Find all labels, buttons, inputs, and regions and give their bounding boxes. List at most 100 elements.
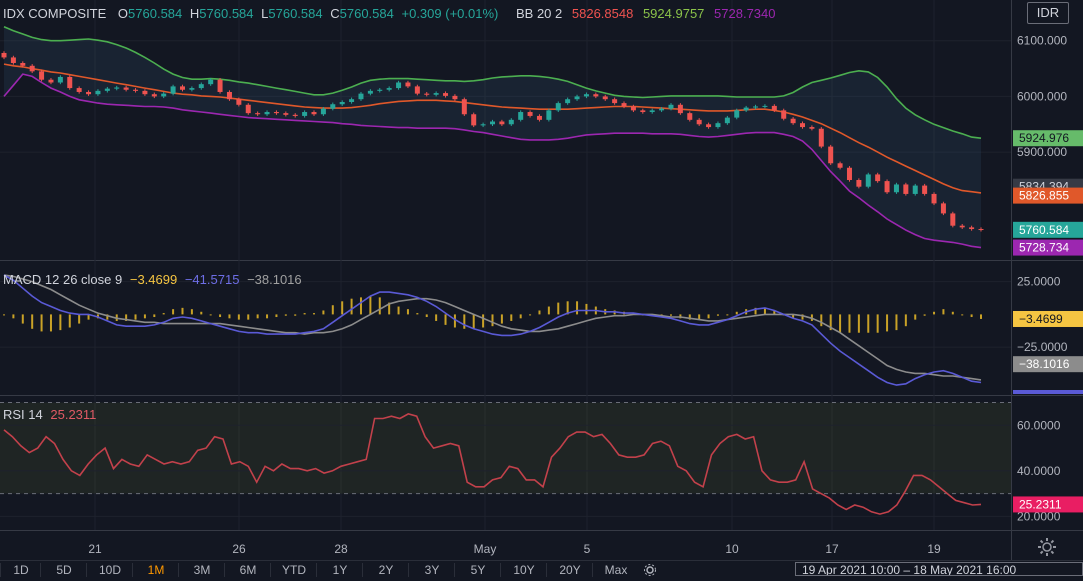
macd-histogram-bar	[500, 314, 503, 324]
rsi-tick-label: 60.0000	[1017, 418, 1061, 432]
macd-histogram-bar	[162, 313, 165, 315]
macd-histogram-bar	[942, 309, 945, 315]
candle-body	[687, 113, 693, 120]
candle-body	[273, 112, 279, 114]
candle-body	[518, 112, 524, 120]
macd-histogram-bar	[153, 314, 156, 318]
candle-body	[800, 123, 806, 128]
macd-histogram-bar	[200, 311, 203, 315]
candle-body	[884, 181, 890, 193]
candle-body	[546, 110, 552, 120]
macd-histogram-bar	[669, 314, 672, 316]
low-value: 5760.584	[268, 6, 323, 21]
price-label-last: 5760.584	[1019, 223, 1069, 237]
candle-body	[978, 229, 984, 231]
macd-histogram-bar	[886, 314, 889, 332]
timeframe-20y-button[interactable]: 20Y	[546, 563, 593, 577]
time-tick-label: 17	[825, 542, 839, 556]
candle-body	[574, 96, 580, 100]
macd-histogram-bar	[435, 314, 438, 321]
macd-histogram-bar	[895, 314, 898, 331]
candle-body	[396, 82, 402, 89]
chart-settings-icon[interactable]	[643, 563, 657, 576]
candle-body	[114, 87, 120, 89]
rsi-label: RSI 14	[3, 407, 43, 422]
candle-body	[236, 99, 242, 105]
rsi-value: 25.2311	[50, 407, 97, 422]
timeframe-ytd-button[interactable]: YTD	[270, 563, 317, 577]
candle-body	[377, 89, 383, 91]
macd-histogram-bar	[491, 314, 494, 327]
macd-histogram-bar	[294, 314, 297, 316]
timeframe-5d-button[interactable]: 5D	[40, 563, 87, 577]
macd-histogram-bar	[190, 309, 193, 315]
candle-body	[311, 112, 317, 115]
candle-body	[151, 94, 157, 97]
macd-histogram-bar	[341, 301, 344, 315]
candle-body	[480, 124, 486, 126]
macd-histogram-bar	[378, 297, 381, 315]
macd-histogram-bar	[557, 302, 560, 315]
candle-body	[828, 146, 834, 164]
timeframe-6m-button[interactable]: 6M	[224, 563, 271, 577]
candle-body	[677, 104, 683, 114]
macd-histogram-bar	[303, 313, 306, 315]
macd-histogram-bar	[3, 314, 5, 316]
timeframe-max-button[interactable]: Max	[592, 563, 639, 577]
candle-body	[922, 185, 928, 194]
candle-body	[536, 115, 542, 120]
candle-body	[940, 203, 946, 214]
close-label: C	[330, 6, 340, 21]
candle-body	[142, 90, 148, 95]
macd-histogram-bar	[510, 314, 513, 321]
timeframe-1y-button[interactable]: 1Y	[316, 563, 363, 577]
timeframe-1m-button[interactable]: 1M	[132, 563, 179, 577]
macd-histogram-bar	[416, 313, 419, 315]
candle-body	[104, 88, 110, 91]
timeframe-5y-button[interactable]: 5Y	[454, 563, 501, 577]
time-tick-label: 10	[725, 542, 739, 556]
time-tick-label: 19	[927, 542, 941, 556]
candle-body	[649, 110, 655, 113]
candle-body	[771, 105, 777, 111]
macd-histogram-bar	[397, 306, 400, 315]
currency-selector[interactable]: IDR	[1027, 2, 1069, 24]
timeframe-1d-button[interactable]: 1D	[0, 563, 41, 577]
macd-histogram-bar	[707, 314, 710, 319]
macd-histogram-bar	[904, 314, 907, 327]
candle-body	[226, 91, 232, 100]
timeframe-10y-button[interactable]: 10Y	[500, 563, 547, 577]
candle-body	[302, 112, 308, 116]
timeframe-2y-button[interactable]: 2Y	[362, 563, 409, 577]
macd-label: MACD 12 26 close 9	[3, 272, 123, 287]
candle-body	[743, 107, 749, 111]
candle-body	[950, 213, 956, 226]
price-tick-label: 6100.000	[1017, 34, 1067, 48]
timeframe-3m-button[interactable]: 3M	[178, 563, 225, 577]
candle-body	[424, 93, 430, 95]
timeframe-3y-button[interactable]: 3Y	[408, 563, 455, 577]
price-label-bb-basis: 5826.855	[1019, 189, 1069, 203]
macd-histogram-bar	[585, 303, 588, 315]
macd-histogram-bar	[519, 314, 522, 319]
macd-histogram-bar	[68, 314, 71, 328]
macd-signal-value: −38.1016	[247, 272, 302, 287]
macd-legend: MACD 12 26 close 9 −3.4699 −41.5715 −38.…	[3, 272, 302, 287]
candle-body	[189, 88, 195, 90]
macd-histogram-bar	[359, 297, 362, 315]
macd-histogram-bar	[237, 314, 240, 320]
settings-gear-icon[interactable]	[1037, 537, 1057, 557]
symbol-name: IDX COMPOSITE	[3, 6, 107, 21]
macd-histogram-bar	[716, 314, 719, 316]
candle-body	[856, 180, 862, 187]
candle-body	[931, 193, 937, 204]
macd-histogram-bar	[980, 314, 982, 319]
candle-body	[818, 128, 824, 147]
timeframe-10d-button[interactable]: 10D	[86, 563, 133, 577]
candle-body	[443, 93, 449, 96]
candle-body	[76, 88, 82, 92]
candle-body	[499, 121, 505, 125]
macd-histogram-bar	[256, 314, 259, 319]
macd-histogram-bar	[143, 314, 146, 319]
candle-body	[39, 71, 45, 80]
